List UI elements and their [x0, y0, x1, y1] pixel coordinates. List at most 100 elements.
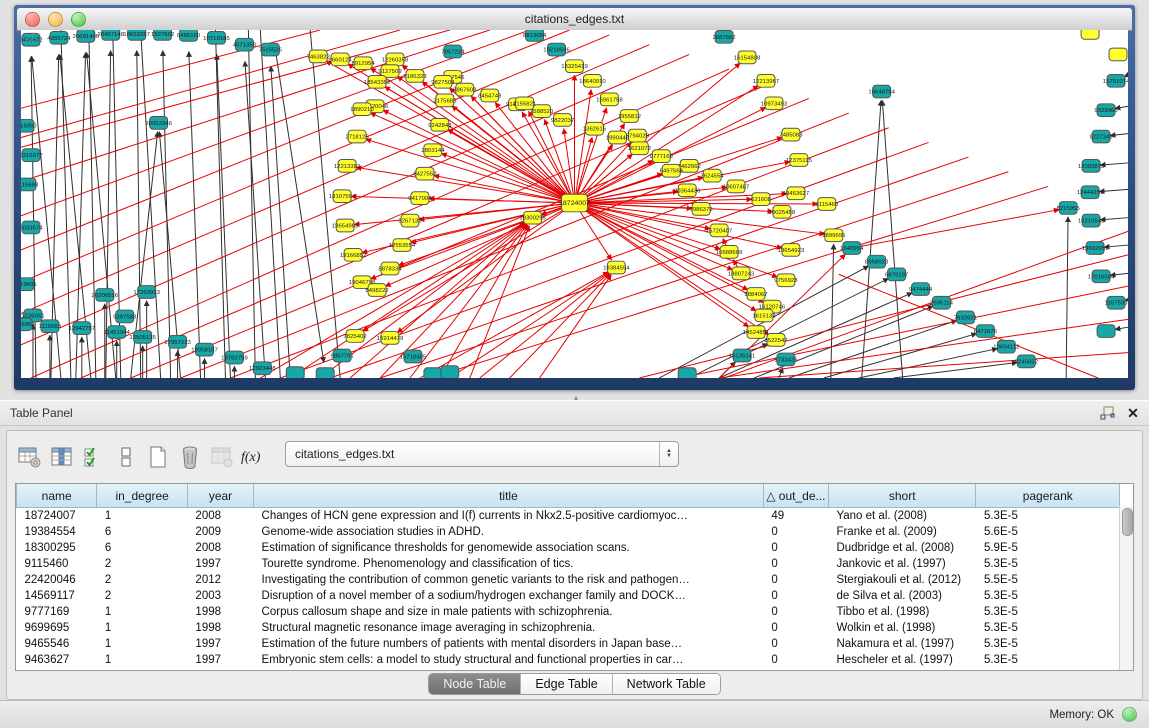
table-cell[interactable]: Changes of HCN gene expression and I(f) …: [254, 508, 764, 525]
table-row[interactable]: 977716911998Corpus callosum shape and si…: [17, 604, 1120, 620]
function-builder-icon[interactable]: f(x): [239, 441, 269, 473]
table-selector[interactable]: citations_edges.txt ▲▼: [285, 441, 679, 467]
table-cell[interactable]: 1997: [187, 556, 253, 572]
column-header-name[interactable]: name: [17, 484, 97, 508]
table-cell[interactable]: 0: [763, 636, 828, 652]
window-close-button[interactable]: [25, 12, 40, 27]
table-settings-icon[interactable]: [15, 441, 45, 473]
table-cell[interactable]: 1: [97, 508, 188, 525]
row-select-check-icon[interactable]: [79, 441, 109, 473]
table-cell[interactable]: 0: [763, 588, 828, 604]
table-cell[interactable]: 18300295: [17, 540, 97, 556]
table-cell[interactable]: Genome-wide association studies in ADHD.: [254, 524, 764, 540]
table-cell[interactable]: Stergiakouli et al. (2012): [828, 572, 976, 588]
table-cell[interactable]: 5.5E-5: [976, 572, 1120, 588]
table-row[interactable]: 911546021997Tourette syndrome. Phenomeno…: [17, 556, 1120, 572]
column-header-in_degree[interactable]: in_degree: [97, 484, 188, 508]
table-cell[interactable]: Franke et al. (2009): [828, 524, 976, 540]
table-row[interactable]: 946554611997Estimation of the future num…: [17, 636, 1120, 652]
table-row[interactable]: 946362711997Embryonic stem cells: a mode…: [17, 652, 1120, 668]
table-cell[interactable]: Wolkin et al. (1998): [828, 620, 976, 636]
table-cell[interactable]: 14569117: [17, 588, 97, 604]
table-cell[interactable]: Estimation of significance thresholds fo…: [254, 540, 764, 556]
table-cell[interactable]: 9777169: [17, 604, 97, 620]
graph-node[interactable]: [1109, 48, 1127, 61]
table-cell[interactable]: Disruption of a novel member of a sodium…: [254, 588, 764, 604]
tab-node-table[interactable]: Node Table: [429, 674, 521, 694]
graph-node[interactable]: [678, 368, 696, 378]
column-header-year[interactable]: year: [187, 484, 253, 508]
table-cell[interactable]: 0: [763, 604, 828, 620]
table-cell[interactable]: Nakamura et al. (1997): [828, 636, 976, 652]
table-cell[interactable]: 2003: [187, 588, 253, 604]
delete-table-icon[interactable]: [175, 441, 205, 473]
table-cell[interactable]: Dudbridge et al. (2008): [828, 540, 976, 556]
table-cell[interactable]: 0: [763, 524, 828, 540]
table-cell[interactable]: 0: [763, 572, 828, 588]
resize-grip-icon[interactable]: [21, 30, 35, 44]
table-cell[interactable]: 0: [763, 540, 828, 556]
graph-node[interactable]: [1097, 325, 1115, 338]
table-row[interactable]: 969969511998Structural magnetic resonanc…: [17, 620, 1120, 636]
tab-edge-table[interactable]: Edge Table: [521, 674, 612, 694]
table-cell[interactable]: Structural magnetic resonance image aver…: [254, 620, 764, 636]
table-cell[interactable]: 22420046: [17, 572, 97, 588]
column-visibility-icon[interactable]: [47, 441, 77, 473]
table-row[interactable]: 1938455462009Genome-wide association stu…: [17, 524, 1120, 540]
table-cell[interactable]: 1: [97, 620, 188, 636]
table-cell[interactable]: Yano et al. (2008): [828, 508, 976, 525]
table-cell[interactable]: Investigating the contribution of common…: [254, 572, 764, 588]
table-cell[interactable]: Corpus callosum shape and size in male p…: [254, 604, 764, 620]
float-panel-icon[interactable]: [1097, 404, 1117, 422]
table-cell[interactable]: 1: [97, 652, 188, 668]
table-cell[interactable]: 1: [97, 636, 188, 652]
table-cell[interactable]: Hescheler et al. (1997): [828, 652, 976, 668]
table-cell[interactable]: Embryonic stem cells: a model to study s…: [254, 652, 764, 668]
table-cell[interactable]: 2: [97, 588, 188, 604]
table-cell[interactable]: 9465546: [17, 636, 97, 652]
table-selector-stepper-icon[interactable]: ▲▼: [659, 442, 678, 466]
graph-node[interactable]: [1081, 30, 1099, 39]
new-table-icon[interactable]: [143, 441, 173, 473]
table-cell[interactable]: 2008: [187, 540, 253, 556]
attribute-table[interactable]: namein_degreeyeartitle△ out_de...shortpa…: [15, 483, 1134, 671]
table-cell[interactable]: Estimation of the future numbers of pati…: [254, 636, 764, 652]
table-cell[interactable]: 2: [97, 556, 188, 572]
network-window-titlebar[interactable]: citations_edges.txt: [17, 8, 1132, 31]
window-zoom-button[interactable]: [71, 12, 86, 27]
table-cell[interactable]: 5.3E-5: [976, 556, 1120, 572]
table-cell[interactable]: 1997: [187, 652, 253, 668]
table-cell[interactable]: 2: [97, 572, 188, 588]
table-cell[interactable]: 9115460: [17, 556, 97, 572]
table-cell[interactable]: 0: [763, 556, 828, 572]
table-cell[interactable]: 1998: [187, 604, 253, 620]
table-cell[interactable]: 2008: [187, 508, 253, 525]
close-panel-icon[interactable]: ✕: [1123, 404, 1143, 422]
network-canvas[interactable]: 7463822966012489129541226035891275098186…: [21, 30, 1128, 378]
table-cell[interactable]: 1: [97, 604, 188, 620]
table-cell[interactable]: 0: [763, 620, 828, 636]
graph-node[interactable]: [424, 368, 442, 378]
table-cell[interactable]: 5.3E-5: [976, 652, 1120, 668]
table-scrollbar[interactable]: [1119, 506, 1133, 670]
table-cell[interactable]: 1997: [187, 636, 253, 652]
table-cell[interactable]: 2009: [187, 524, 253, 540]
table-cell[interactable]: 5.9E-5: [976, 540, 1120, 556]
table-cell[interactable]: 18724007: [17, 508, 97, 525]
table-cell[interactable]: 1998: [187, 620, 253, 636]
column-header-title[interactable]: title: [254, 484, 764, 508]
network-view-window[interactable]: citations_edges.txt 74638229660124891295…: [14, 5, 1135, 390]
column-header-out_de[interactable]: △ out_de...: [763, 484, 828, 508]
table-cell[interactable]: 9463627: [17, 652, 97, 668]
table-row[interactable]: 1872400712008Changes of HCN gene express…: [17, 508, 1120, 525]
table-cell[interactable]: 0: [763, 652, 828, 668]
table-cell[interactable]: 5.3E-5: [976, 604, 1120, 620]
table-scrollbar-thumb[interactable]: [1122, 508, 1133, 536]
table-row[interactable]: 1830029562008Estimation of significance …: [17, 540, 1120, 556]
table-cell[interactable]: 5.3E-5: [976, 620, 1120, 636]
merge-tables-icon[interactable]: [111, 441, 141, 473]
import-table-icon[interactable]: [207, 441, 237, 473]
table-cell[interactable]: 2012: [187, 572, 253, 588]
graph-node[interactable]: [286, 367, 304, 378]
table-row[interactable]: 1456911722003Disruption of a novel membe…: [17, 588, 1120, 604]
